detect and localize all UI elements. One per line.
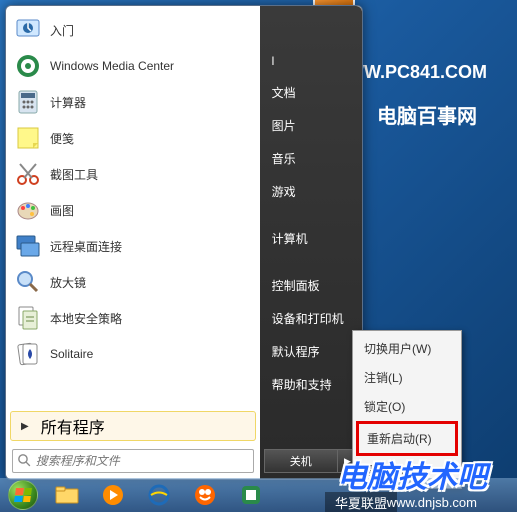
solitaire-icon <box>14 340 42 368</box>
taskbar-wmp[interactable] <box>91 480 135 510</box>
program-item-7[interactable]: 放大镜 <box>8 264 258 300</box>
program-label: 放大镜 <box>50 274 86 291</box>
user-name-item[interactable]: l <box>260 46 362 76</box>
program-label: 本地安全策略 <box>50 310 122 327</box>
snip-icon <box>14 160 42 188</box>
search-input[interactable] <box>36 454 249 468</box>
program-item-3[interactable]: 便笺 <box>8 120 258 156</box>
right-panel-item-3[interactable]: 游戏 <box>260 175 362 208</box>
all-programs-label: 所有程序 <box>41 414 105 438</box>
spacer <box>260 208 362 222</box>
all-programs-button[interactable]: ▶ 所有程序 <box>10 411 256 441</box>
watermark-site: 电脑百事网 <box>377 100 477 129</box>
program-item-6[interactable]: 远程桌面连接 <box>8 228 258 264</box>
start-menu: 入门 Windows Media Center 计算器便笺截图工具画图远程桌面连接放… <box>5 5 363 480</box>
right-panel-item-7[interactable]: 默认程序 <box>260 335 362 368</box>
program-label: 计算器 <box>50 94 86 111</box>
spacer <box>260 255 362 269</box>
rdp-icon <box>14 232 42 260</box>
submenu-item-1[interactable]: 注销(L) <box>356 363 458 392</box>
sticky-icon <box>14 124 42 152</box>
wmc-icon <box>14 52 42 80</box>
program-label: 便笺 <box>50 130 74 147</box>
bottom-url-text: www.dnjsb.com <box>387 495 477 510</box>
taskbar-app-1[interactable] <box>183 480 227 510</box>
taskbar-ie[interactable] <box>137 480 181 510</box>
program-item-0[interactable]: 入门 <box>8 12 258 48</box>
right-panel-item-1[interactable]: 图片 <box>260 109 362 142</box>
submenu-item-0[interactable]: 切换用户(W) <box>356 334 458 363</box>
paint-icon <box>14 196 42 224</box>
right-panel-item-6[interactable]: 设备和打印机 <box>260 302 362 335</box>
magnifier-icon <box>14 268 42 296</box>
program-item-2[interactable]: 计算器 <box>8 84 258 120</box>
start-button[interactable] <box>2 478 44 512</box>
start-menu-left-panel: 入门 Windows Media Center 计算器便笺截图工具画图远程桌面连接放… <box>6 6 260 479</box>
program-item-5[interactable]: 画图 <box>8 192 258 228</box>
program-item-8[interactable]: 本地安全策略 <box>8 300 258 336</box>
bottom-brand-text: 电脑技术吧 <box>337 452 487 496</box>
program-item-1[interactable]: Windows Media Center <box>8 48 258 84</box>
right-panel-item-2[interactable]: 音乐 <box>260 142 362 175</box>
right-panel-item-8[interactable]: 帮助和支持 <box>260 368 362 401</box>
program-item-9[interactable]: Solitaire <box>8 336 258 372</box>
program-label: Solitaire <box>50 347 93 361</box>
program-label: 画图 <box>50 202 74 219</box>
taskbar-explorer[interactable] <box>45 480 89 510</box>
program-label: 截图工具 <box>50 166 98 183</box>
submenu-item-2[interactable]: 锁定(O) <box>356 392 458 421</box>
start-menu-right-panel: l 文档图片音乐游戏计算机控制面板设备和打印机默认程序帮助和支持 关机 ▶ <box>260 6 362 479</box>
security-icon <box>14 304 42 332</box>
right-panel-item-4[interactable]: 计算机 <box>260 222 362 255</box>
program-list: 入门 Windows Media Center 计算器便笺截图工具画图远程桌面连接放… <box>6 6 260 409</box>
search-box[interactable] <box>12 449 254 473</box>
right-panel-item-0[interactable]: 文档 <box>260 76 362 109</box>
taskbar-app-2[interactable] <box>229 480 273 510</box>
program-label: 入门 <box>50 22 74 39</box>
program-label: 远程桌面连接 <box>50 238 122 255</box>
program-label: Windows Media Center <box>50 59 174 73</box>
windows-orb-icon <box>8 480 38 510</box>
calculator-icon <box>14 88 42 116</box>
monitor-icon <box>14 16 42 44</box>
right-panel-item-5[interactable]: 控制面板 <box>260 269 362 302</box>
arrow-right-icon: ▶ <box>21 421 29 432</box>
submenu-item-3[interactable]: 重新启动(R) <box>356 421 458 456</box>
shutdown-button[interactable]: 关机 <box>264 449 338 473</box>
program-item-4[interactable]: 截图工具 <box>8 156 258 192</box>
search-icon <box>17 453 32 469</box>
